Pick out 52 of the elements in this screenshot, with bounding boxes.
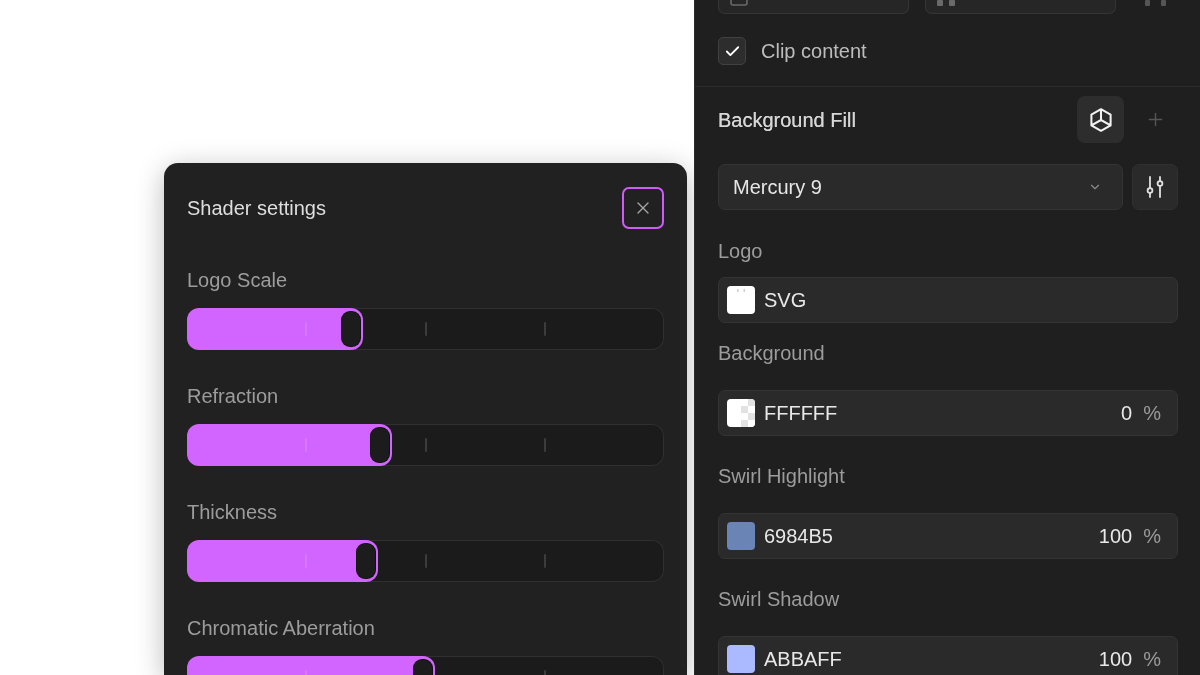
tick-mark — [543, 554, 546, 568]
checkbox-label: Clip content — [761, 39, 867, 63]
unit-label: % — [1143, 647, 1161, 671]
slider-label: Refraction — [187, 384, 280, 408]
preset-dropdown[interactable]: Mercury 9 — [718, 164, 1123, 210]
cube-icon — [1088, 107, 1113, 132]
tick-mark — [543, 438, 546, 452]
slider-thumb[interactable] — [370, 427, 391, 463]
field-label: Swirl Highlight — [718, 464, 846, 488]
opacity-value: 100 — [1098, 647, 1133, 671]
opacity-value: 100 — [1098, 524, 1133, 548]
tick-mark — [543, 322, 546, 336]
field-label: Swirl Shadow — [718, 587, 841, 611]
opacity-value: 0 — [1121, 401, 1133, 425]
section-title: Background Fill — [718, 107, 857, 132]
cropped-icon — [730, 0, 748, 6]
color-input[interactable]: FFFFFF 0 % — [718, 390, 1178, 436]
cropped-icon — [937, 0, 955, 6]
slider-label: Thickness — [187, 500, 279, 524]
field-label: Background — [718, 341, 826, 365]
slider-label: Logo Scale — [187, 268, 289, 292]
tick-mark — [424, 322, 427, 336]
input-field[interactable] — [718, 0, 909, 14]
tick-mark — [424, 554, 427, 568]
color-input[interactable]: 6984B5 100 % — [718, 513, 1178, 559]
hex-value: 6984B5 — [764, 524, 834, 548]
hex-value: FFFFFF — [764, 401, 839, 425]
unit-label: % — [1143, 524, 1161, 548]
asset-type-label: SVG — [764, 288, 808, 312]
cube-button[interactable] — [1077, 96, 1124, 143]
svg-thumbnail — [727, 286, 755, 314]
color-swatch[interactable] — [727, 522, 755, 550]
tick-mark — [424, 438, 427, 452]
color-swatch[interactable] — [727, 399, 755, 427]
panel-title: Shader settings — [187, 196, 326, 220]
input-field[interactable] — [925, 0, 1116, 14]
hex-value: ABBAFF — [764, 647, 843, 671]
slider-track[interactable] — [187, 424, 664, 466]
dropdown-value: Mercury 9 — [733, 175, 822, 199]
color-input[interactable]: ABBAFF 100 % — [718, 636, 1178, 675]
slider-label: Chromatic Aberration — [187, 616, 376, 640]
slider-track[interactable] — [187, 540, 664, 582]
color-swatch[interactable] — [727, 645, 755, 673]
close-button[interactable] — [622, 187, 664, 229]
adjust-button[interactable] — [1132, 164, 1178, 210]
asset-input[interactable]: SVG — [718, 277, 1178, 323]
slider-thumb[interactable] — [341, 311, 362, 347]
slider-track[interactable] — [187, 308, 664, 350]
field-label: Logo — [718, 239, 764, 263]
checkbox[interactable] — [718, 37, 746, 65]
unit-label: % — [1143, 401, 1161, 425]
adjustments-icon — [1145, 176, 1165, 198]
